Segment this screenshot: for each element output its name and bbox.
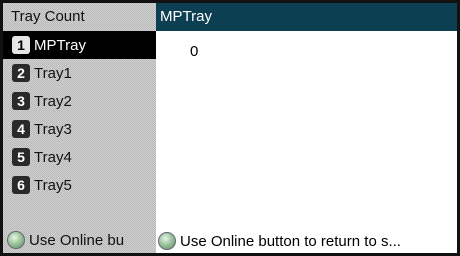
menu-item-label: Tray5 (34, 176, 72, 194)
number-4-icon: 4 (12, 120, 30, 138)
tray-count-menu: Tray Count 1 MPTray 2 Tray1 3 Tray2 4 Tr… (3, 3, 156, 253)
number-1-icon: 1 (12, 36, 30, 54)
menu-item-tray4[interactable]: 5 Tray4 (3, 143, 156, 171)
online-led-icon (158, 232, 176, 250)
tray-count-value: 0 (190, 43, 199, 60)
menu-item-label: MPTray (34, 36, 86, 54)
online-led-icon (7, 231, 25, 249)
left-hint: Use Online bu (3, 227, 156, 253)
number-5-icon: 5 (12, 148, 30, 166)
menu-item-tray1[interactable]: 2 Tray1 (3, 59, 156, 87)
menu-title: Tray Count (11, 8, 85, 25)
number-2-icon: 2 (12, 64, 30, 82)
screen-frame: Tray Count 1 MPTray 2 Tray1 3 Tray2 4 Tr… (0, 0, 460, 256)
menu-item-tray3[interactable]: 4 Tray3 (3, 115, 156, 143)
menu-item-label: Tray2 (34, 92, 72, 110)
detail-hint-text: Use Online button to return to s... (180, 232, 401, 250)
menu-item-label: Tray1 (34, 64, 72, 82)
menu-item-tray5[interactable]: 6 Tray5 (3, 171, 156, 199)
menu-item-tray2[interactable]: 3 Tray2 (3, 87, 156, 115)
number-3-icon: 3 (12, 92, 30, 110)
left-hint-text: Use Online bu (29, 231, 125, 249)
number-6-icon: 6 (12, 176, 30, 194)
detail-panel: 0 (156, 31, 457, 229)
menu-item-label: Tray4 (34, 148, 72, 166)
menu-item-label: Tray3 (34, 120, 72, 138)
menu-item-mptray[interactable]: 1 MPTray (3, 31, 156, 59)
detail-title: MPTray (156, 3, 457, 31)
detail-hint: Use Online button to return to s... (156, 229, 457, 253)
